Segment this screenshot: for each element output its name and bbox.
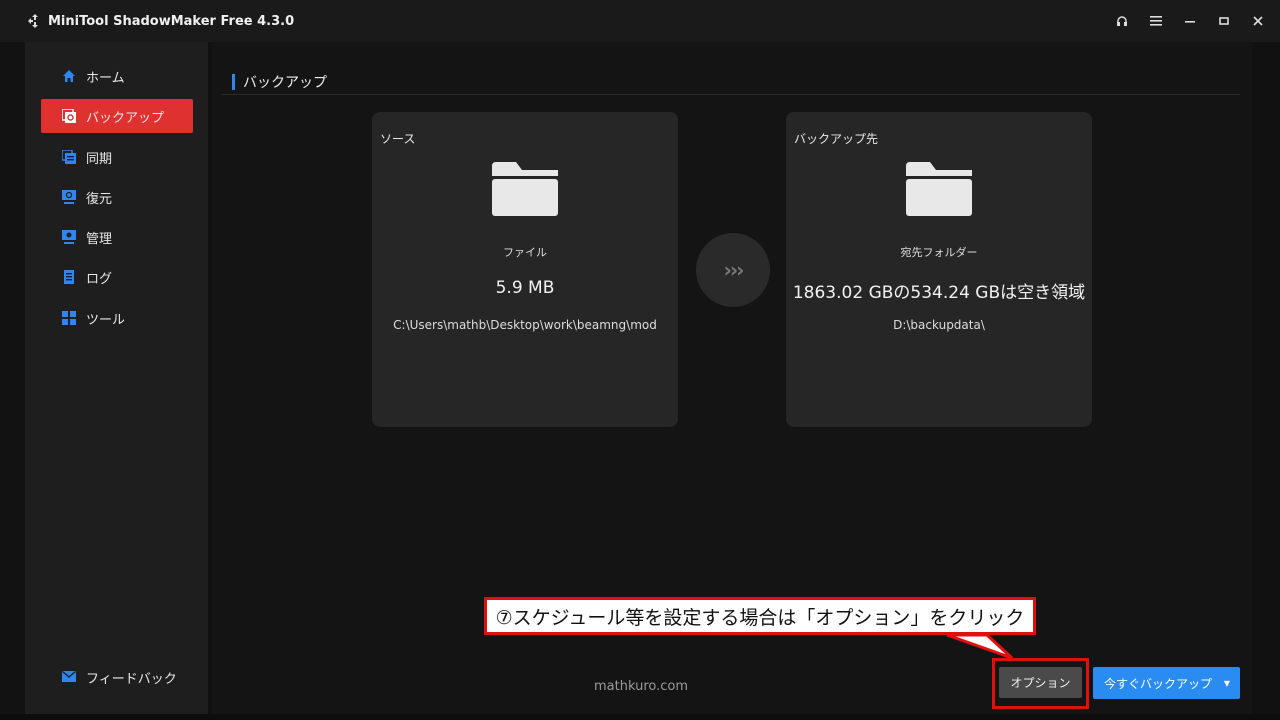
destination-space: 1863.02 GBの534.24 GBは空き領域 bbox=[792, 283, 1086, 303]
sidebar-item-label: ログ bbox=[86, 271, 113, 287]
sidebar: ホーム バックアップ 同期 復元 管理 ログ ツール フィードバック bbox=[25, 42, 208, 714]
minimize-icon[interactable] bbox=[1180, 11, 1200, 31]
destination-path: D:\backupdata\ bbox=[893, 318, 985, 332]
backup-icon bbox=[61, 108, 76, 123]
sidebar-item-label: 復元 bbox=[86, 191, 113, 207]
sidebar-item-backup[interactable]: バックアップ bbox=[41, 99, 193, 133]
sidebar-item-manage[interactable]: 管理 bbox=[41, 220, 193, 254]
destination-type: 宛先フォルダー bbox=[900, 246, 978, 259]
folder-icon bbox=[492, 162, 558, 216]
tools-icon bbox=[62, 311, 76, 325]
source-card[interactable]: ソース ファイル 5.9 MB C:\Users\mathb\Desktop\w… bbox=[372, 112, 678, 427]
app-logo-icon bbox=[26, 12, 44, 30]
instruction-callout: ⑦スケジュール等を設定する場合は「オプション」をクリック bbox=[484, 597, 1036, 635]
sidebar-item-label: バックアップ bbox=[86, 110, 165, 126]
window-controls bbox=[1112, 0, 1268, 42]
folder-icon bbox=[906, 162, 972, 216]
direction-arrows-icon: ››› bbox=[696, 233, 770, 307]
title-bar: MiniTool ShadowMaker Free 4.3.0 bbox=[0, 0, 1280, 42]
title-accent-bar bbox=[232, 74, 235, 90]
log-icon bbox=[62, 270, 76, 284]
sidebar-item-tools[interactable]: ツール bbox=[41, 301, 193, 335]
feedback-link[interactable]: フィードバック bbox=[62, 668, 177, 687]
maximize-icon[interactable] bbox=[1214, 11, 1234, 31]
destination-label: バックアップ先 bbox=[794, 132, 879, 146]
watermark: mathkuro.com bbox=[594, 679, 689, 694]
divider bbox=[222, 94, 1240, 95]
backup-now-label: 今すぐバックアップ bbox=[1104, 676, 1213, 691]
restore-icon bbox=[62, 190, 76, 204]
sidebar-item-label: 同期 bbox=[86, 151, 113, 167]
sidebar-item-label: 管理 bbox=[86, 231, 113, 247]
menu-icon[interactable] bbox=[1146, 11, 1166, 31]
home-icon bbox=[62, 69, 76, 83]
destination-card[interactable]: バックアップ先 宛先フォルダー 1863.02 GBの534.24 GBは空き領… bbox=[786, 112, 1092, 427]
sidebar-item-label: ツール bbox=[86, 312, 126, 328]
sidebar-item-restore[interactable]: 復元 bbox=[41, 180, 193, 214]
headset-icon[interactable] bbox=[1112, 11, 1132, 31]
chevron-down-icon[interactable]: ▼ bbox=[1224, 667, 1230, 699]
sidebar-item-home[interactable]: ホーム bbox=[41, 59, 193, 93]
feedback-label: フィードバック bbox=[86, 672, 177, 687]
sidebar-item-log[interactable]: ログ bbox=[41, 260, 193, 294]
options-button[interactable]: オプション bbox=[999, 667, 1082, 698]
page-title-text: バックアップ bbox=[243, 75, 327, 91]
mail-icon bbox=[62, 670, 76, 685]
close-icon[interactable] bbox=[1248, 11, 1268, 31]
sidebar-item-sync[interactable]: 同期 bbox=[41, 140, 193, 174]
window-edge bbox=[0, 42, 25, 720]
source-size: 5.9 MB bbox=[495, 278, 555, 298]
window-bottom-edge bbox=[0, 714, 1280, 720]
backup-now-button[interactable]: 今すぐバックアップ ▼ bbox=[1093, 667, 1240, 699]
source-label: ソース bbox=[380, 132, 416, 146]
source-path: C:\Users\mathb\Desktop\work\beamng\mod bbox=[393, 318, 657, 332]
source-type: ファイル bbox=[503, 246, 547, 259]
sync-icon bbox=[61, 149, 76, 164]
sidebar-item-label: ホーム bbox=[86, 70, 125, 86]
manage-icon bbox=[62, 230, 76, 244]
page-title: バックアップ bbox=[232, 72, 327, 92]
app-title: MiniTool ShadowMaker Free 4.3.0 bbox=[48, 13, 295, 29]
main-panel: バックアップ ソース ファイル 5.9 MB C:\Users\mathb\De… bbox=[212, 42, 1252, 714]
